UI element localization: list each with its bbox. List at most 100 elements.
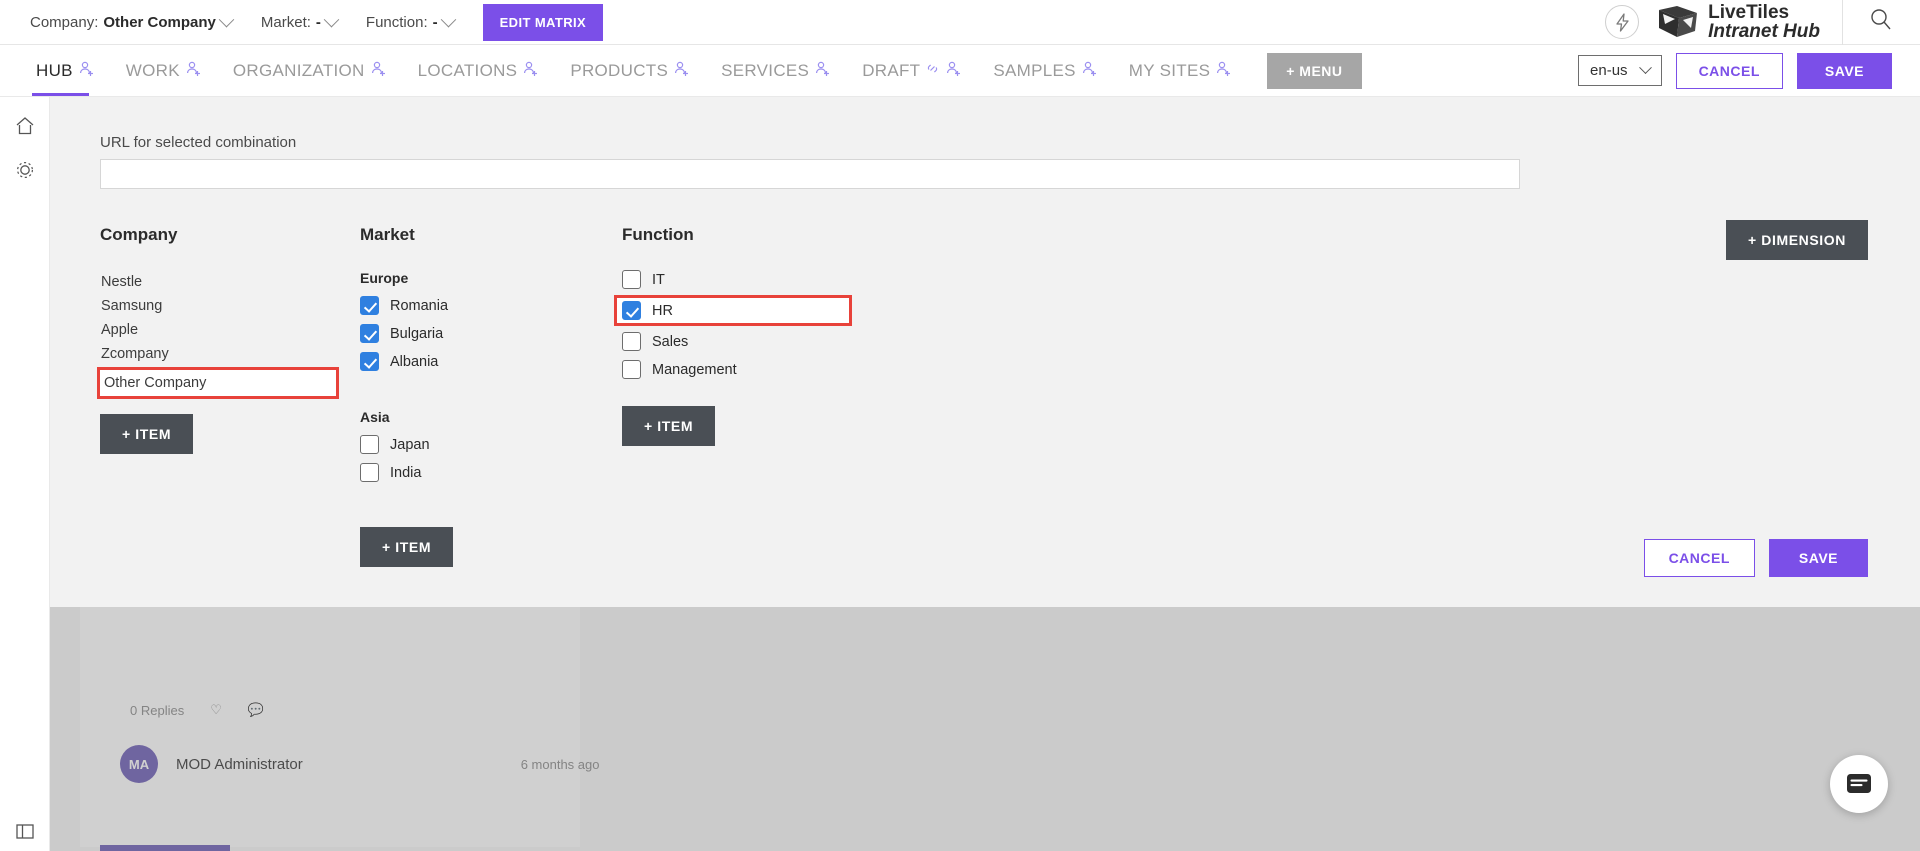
- checkbox[interactable]: [360, 324, 379, 343]
- nav-item-organization[interactable]: ORGANIZATION: [233, 45, 387, 96]
- divider: [1842, 0, 1843, 45]
- checkbox[interactable]: [360, 463, 379, 482]
- top-bar: Company: Other Company Market: - Functio…: [0, 0, 1920, 45]
- modal-save-button[interactable]: SAVE: [1768, 539, 1868, 577]
- list-item[interactable]: Zcompany: [100, 342, 336, 366]
- panel-layout-icon[interactable]: [0, 821, 50, 841]
- header-save-button[interactable]: SAVE: [1796, 52, 1892, 89]
- add-person-icon: [1081, 60, 1098, 82]
- nav-label: PRODUCTS: [570, 60, 669, 80]
- livetiles-logo[interactable]: LiveTiles Intranet Hub: [1657, 1, 1820, 42]
- add-person-icon: [814, 60, 831, 82]
- nav-item-hub[interactable]: HUB: [32, 45, 95, 96]
- checkbox-row-management[interactable]: Management: [622, 360, 849, 379]
- nav-item-work[interactable]: WORK: [126, 45, 202, 96]
- logo-line-2: Intranet Hub: [1708, 21, 1820, 42]
- checkbox-row-romania[interactable]: Romania: [360, 296, 453, 315]
- add-person-icon: [522, 60, 539, 82]
- checkbox[interactable]: [622, 270, 641, 289]
- dimension-column-function: Function IT HR Sales Management + ITEM: [614, 225, 852, 446]
- left-sidebar: [0, 97, 50, 851]
- dimension-column-market: Market Europe Romania Bulgaria Albania A…: [360, 225, 454, 567]
- checkbox-row-albania[interactable]: Albania: [360, 352, 453, 371]
- modal-footer: CANCEL SAVE: [1643, 539, 1868, 577]
- search-icon[interactable]: [1869, 8, 1892, 36]
- lightning-bolt-icon[interactable]: [1605, 5, 1640, 39]
- language-value: en-us: [1590, 62, 1628, 79]
- nav-label: SAMPLES: [993, 60, 1076, 80]
- context-selector-market[interactable]: Market: -: [260, 11, 340, 31]
- checkbox-row-japan[interactable]: Japan: [360, 435, 453, 454]
- dimension-title: Function: [622, 225, 694, 244]
- checkbox-label: Romania: [390, 297, 449, 314]
- checkbox-row-sales[interactable]: Sales: [622, 332, 849, 351]
- checkbox-label: Japan: [390, 436, 430, 453]
- nav-item-locations[interactable]: LOCATIONS: [418, 45, 540, 96]
- chevron-down-icon: [218, 11, 235, 27]
- chevron-down-icon: [440, 11, 456, 27]
- list-item[interactable]: Nestle: [100, 270, 336, 294]
- chat-bubble-icon[interactable]: [1830, 755, 1888, 813]
- market-value: -: [315, 13, 321, 31]
- add-person-icon: [185, 60, 202, 82]
- modal-cancel-button[interactable]: CANCEL: [1643, 539, 1755, 577]
- nav-items: HUB WORK ORGANIZATION LOCATIONS PRODUCTS: [32, 45, 1362, 96]
- add-item-button-function[interactable]: + ITEM: [622, 406, 716, 446]
- livetiles-cube-icon: [1659, 6, 1698, 37]
- gear-icon[interactable]: [12, 157, 38, 183]
- checkbox-label: Albania: [390, 353, 439, 370]
- nav-item-services[interactable]: SERVICES: [721, 45, 831, 96]
- context-selector-function[interactable]: Function: -: [366, 11, 456, 31]
- link-icon: [925, 61, 940, 81]
- checkbox-label: IT: [652, 271, 665, 288]
- nav-item-products[interactable]: PRODUCTS: [570, 45, 690, 96]
- checkbox-label: Management: [652, 361, 737, 378]
- nav-item-my-sites[interactable]: MY SITES: [1129, 45, 1232, 96]
- add-dimension-button[interactable]: + DIMENSION: [1725, 220, 1868, 260]
- nav-right-actions: en-us CANCEL SAVE: [1578, 52, 1892, 89]
- dimension-title: Market: [360, 225, 415, 244]
- nav-label: MY SITES: [1128, 60, 1211, 80]
- url-input[interactable]: [100, 159, 1520, 189]
- language-selector[interactable]: en-us: [1578, 55, 1662, 86]
- top-bar-right: LiveTiles Intranet Hub: [1605, 0, 1920, 45]
- dimension-column-company: Company Nestle Samsung Apple Zcompany Ot…: [97, 225, 339, 454]
- nav-label: ORGANIZATION: [232, 60, 365, 80]
- nav-item-samples[interactable]: SAMPLES: [993, 45, 1097, 96]
- add-item-button-company[interactable]: + ITEM: [100, 413, 194, 454]
- edit-matrix-button[interactable]: EDIT MATRIX: [482, 3, 604, 41]
- context-selector-company[interactable]: Company: Other Company: [30, 11, 235, 31]
- nav-label: DRAFT: [862, 60, 921, 80]
- checkbox[interactable]: [360, 435, 379, 454]
- dimension-title: Company: [100, 225, 178, 244]
- company-label: Company:: [30, 13, 99, 31]
- url-field-label: URL for selected combination: [100, 134, 297, 151]
- add-person-icon: [1215, 60, 1232, 82]
- checkbox-row-hr-highlighted[interactable]: HR: [614, 295, 852, 326]
- add-person-icon: [945, 60, 962, 82]
- checkbox[interactable]: [360, 352, 379, 371]
- checkbox[interactable]: [622, 301, 641, 320]
- checkbox-row-bulgaria[interactable]: Bulgaria: [360, 324, 453, 343]
- list-item-highlighted[interactable]: Other Company: [97, 366, 339, 399]
- list-item[interactable]: Apple: [100, 318, 336, 342]
- context-selectors: Company: Other Company Market: - Functio…: [30, 3, 604, 41]
- list-item[interactable]: Samsung: [100, 294, 336, 318]
- home-icon[interactable]: [12, 113, 38, 139]
- header-cancel-button[interactable]: CANCEL: [1675, 52, 1783, 89]
- nav-item-draft[interactable]: DRAFT: [862, 45, 962, 96]
- checkbox-label: HR: [652, 302, 673, 319]
- add-menu-button[interactable]: + MENU: [1267, 52, 1362, 89]
- checkbox[interactable]: [622, 332, 641, 351]
- checkbox-row-it[interactable]: IT: [622, 270, 849, 289]
- edit-matrix-modal: URL for selected combination Company Nes…: [50, 97, 1920, 607]
- market-label: Market:: [260, 13, 311, 31]
- checkbox[interactable]: [622, 360, 641, 379]
- add-item-button-market[interactable]: + ITEM: [360, 527, 454, 567]
- nav-label: LOCATIONS: [417, 60, 518, 80]
- nav-label: HUB: [36, 60, 73, 80]
- logo-line-1: LiveTiles: [1708, 1, 1790, 23]
- checkbox-row-india[interactable]: India: [360, 463, 453, 482]
- function-value: -: [432, 13, 438, 31]
- checkbox[interactable]: [360, 296, 379, 315]
